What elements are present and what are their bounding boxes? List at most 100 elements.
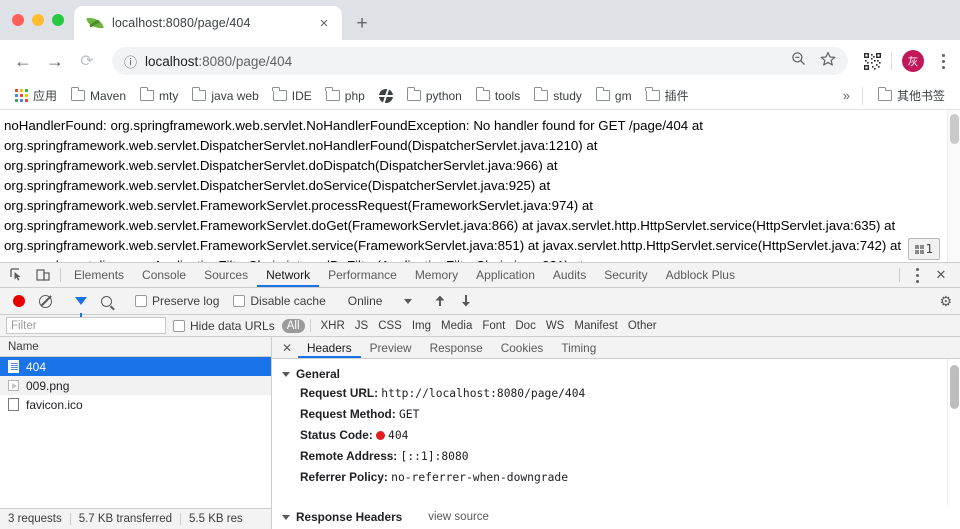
table-row[interactable]: 404 xyxy=(0,357,271,376)
network-filter-bar: Filter Hide data URLs All XHR JS CSS Img… xyxy=(0,315,960,337)
filter-chip-xhr[interactable]: XHR xyxy=(316,319,350,333)
tab-response[interactable]: Response xyxy=(421,337,492,358)
bookmark-star-icon[interactable] xyxy=(820,51,836,72)
close-detail-icon[interactable]: ✕ xyxy=(276,337,298,358)
tab-headers[interactable]: Headers xyxy=(298,337,361,358)
bookmarks-overflow-icon[interactable]: » xyxy=(839,88,854,103)
network-settings-icon[interactable]: ⚙ xyxy=(939,293,954,310)
extension-overlay-badge[interactable]: 1 xyxy=(908,238,940,260)
filter-input[interactable]: Filter xyxy=(6,317,166,334)
devtools-menu-icon[interactable] xyxy=(908,268,926,283)
filter-chip-manifest[interactable]: Manifest xyxy=(569,319,622,333)
bookmark-gm[interactable]: gm xyxy=(589,87,639,105)
table-row[interactable]: favicon.ico xyxy=(0,395,271,414)
bookmark-java-web[interactable]: java web xyxy=(185,87,265,105)
request-list-pane: Name 404 009.png favicon.ico xyxy=(0,337,272,529)
clear-button[interactable] xyxy=(32,295,59,308)
toggle-device-toolbar-icon[interactable] xyxy=(30,263,56,287)
page-scrollbar-thumb[interactable] xyxy=(950,114,959,144)
filter-chip-all[interactable]: All xyxy=(282,319,305,333)
headers-content: General Request URL: http://localhost:80… xyxy=(272,359,960,529)
export-har-button[interactable] xyxy=(453,295,479,308)
avatar[interactable]: 灰 xyxy=(902,50,924,72)
tab-network[interactable]: Network xyxy=(257,263,319,287)
preserve-log-checkbox[interactable]: Preserve log xyxy=(128,294,226,308)
bookmark-mty[interactable]: mty xyxy=(133,87,185,105)
close-icon[interactable]: × xyxy=(314,13,334,33)
view-source-link[interactable]: view source xyxy=(428,511,489,523)
tab-preview[interactable]: Preview xyxy=(361,337,421,358)
status-divider xyxy=(180,513,181,525)
tab-cookies[interactable]: Cookies xyxy=(492,337,553,358)
chrome-menu-icon[interactable] xyxy=(934,54,952,69)
bookmark-php[interactable]: php xyxy=(319,87,372,105)
new-tab-button[interactable]: + xyxy=(348,9,376,37)
clear-icon xyxy=(39,295,52,308)
qr-extension-icon[interactable] xyxy=(864,53,881,70)
filter-chip-font[interactable]: Font xyxy=(477,319,510,333)
tab-application[interactable]: Application xyxy=(467,263,544,287)
browser-tab[interactable]: localhost:8080/page/404 × xyxy=(74,6,342,40)
reload-icon[interactable]: ⟳ xyxy=(72,46,102,76)
bookmark-python[interactable]: python xyxy=(400,87,469,105)
tab-elements[interactable]: Elements xyxy=(65,263,133,287)
response-headers-section[interactable]: Response Headers view source xyxy=(272,505,960,529)
back-icon[interactable]: ← xyxy=(8,46,38,76)
bookmark-study[interactable]: study xyxy=(527,87,589,105)
filter-toggle-button[interactable] xyxy=(68,297,94,305)
disable-cache-checkbox[interactable]: Disable cache xyxy=(226,294,332,308)
filter-chip-img[interactable]: Img xyxy=(407,319,436,333)
header-key: Referrer Policy: xyxy=(300,470,388,484)
filter-chip-doc[interactable]: Doc xyxy=(510,319,540,333)
tab-performance[interactable]: Performance xyxy=(319,263,406,287)
filter-chip-js[interactable]: JS xyxy=(350,319,373,333)
bookmark-plugins[interactable]: 插件 xyxy=(639,85,696,106)
page-info-icon[interactable]: ⓘ xyxy=(124,52,137,71)
general-section-header[interactable]: General xyxy=(272,365,960,383)
filter-chip-css[interactable]: CSS xyxy=(373,319,407,333)
minimize-window-button[interactable] xyxy=(32,14,44,26)
bookmark-apps[interactable]: 应用 xyxy=(8,85,64,106)
filter-chip-other[interactable]: Other xyxy=(623,319,662,333)
bookmarks-divider xyxy=(862,87,863,105)
bookmark-globe[interactable] xyxy=(372,87,400,105)
tab-security[interactable]: Security xyxy=(595,263,656,287)
filter-chip-ws[interactable]: WS xyxy=(541,319,570,333)
record-button[interactable] xyxy=(6,295,32,307)
maximize-window-button[interactable] xyxy=(52,14,64,26)
tab-timing[interactable]: Timing xyxy=(552,337,605,358)
tab-sources[interactable]: Sources xyxy=(195,263,257,287)
hide-data-urls-checkbox[interactable]: Hide data URLs xyxy=(166,319,282,333)
document-icon xyxy=(8,360,19,373)
close-window-button[interactable] xyxy=(12,14,24,26)
zoom-search-icon[interactable] xyxy=(791,51,806,71)
header-value: [::1]:8080 xyxy=(401,450,469,463)
bookmark-maven[interactable]: Maven xyxy=(64,87,133,105)
hide-data-urls-label: Hide data URLs xyxy=(190,319,275,333)
inspect-element-icon[interactable] xyxy=(4,263,30,287)
tab-audits[interactable]: Audits xyxy=(544,263,595,287)
throttling-select[interactable]: Online xyxy=(342,294,419,308)
tab-adblock-plus[interactable]: Adblock Plus xyxy=(657,263,744,287)
detail-scrollbar[interactable] xyxy=(947,359,960,529)
close-devtools-icon[interactable]: ✕ xyxy=(928,267,954,283)
request-column-header[interactable]: Name xyxy=(0,337,271,357)
search-button[interactable] xyxy=(94,296,119,307)
forward-icon[interactable]: → xyxy=(40,46,70,76)
address-bar[interactable]: ⓘ localhost:8080/page/404 xyxy=(112,47,848,75)
bookmark-other[interactable]: 其他书签 xyxy=(871,85,952,106)
devtools-divider xyxy=(60,268,61,282)
throttling-value: Online xyxy=(348,294,383,308)
detail-scrollbar-thumb[interactable] xyxy=(950,365,959,409)
response-headers-title: Response Headers xyxy=(296,510,402,524)
tab-console[interactable]: Console xyxy=(133,263,195,287)
toolbar-right: 灰 xyxy=(858,50,952,72)
tab-memory[interactable]: Memory xyxy=(406,263,467,287)
table-row[interactable]: 009.png xyxy=(0,376,271,395)
bookmark-tools[interactable]: tools xyxy=(469,87,527,105)
bookmark-ide[interactable]: IDE xyxy=(266,87,319,105)
filter-chip-media[interactable]: Media xyxy=(436,319,477,333)
page-scrollbar[interactable] xyxy=(947,110,960,262)
chevron-down-icon xyxy=(404,299,412,304)
import-har-button[interactable] xyxy=(427,295,453,308)
